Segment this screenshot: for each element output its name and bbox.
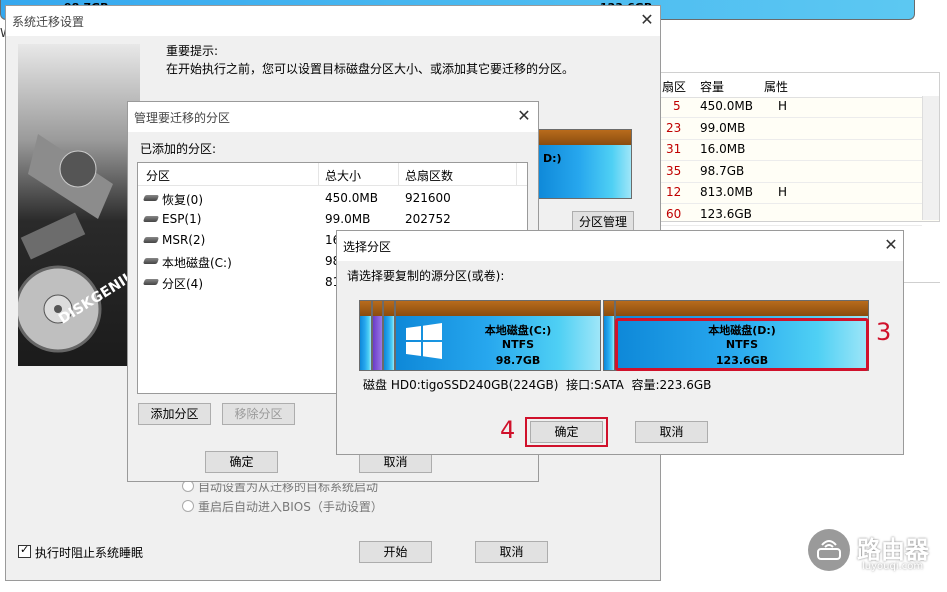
- table-header-row: [656, 73, 939, 98]
- step-3-label: 3: [876, 318, 892, 346]
- add-partition-button[interactable]: 添加分区: [138, 403, 211, 425]
- table-cell-size: 98.7GB: [700, 163, 745, 178]
- step-4-label: 4: [500, 416, 516, 444]
- table-cell-sector: 23: [666, 120, 682, 135]
- partition-recovery[interactable]: [359, 300, 372, 371]
- partition-icon: [142, 279, 160, 285]
- table-cell-sector: 31: [666, 142, 682, 156]
- migration-cancel-button[interactable]: 取消: [475, 541, 548, 563]
- close-icon[interactable]: ✕: [636, 10, 658, 30]
- partition-esp[interactable]: [372, 300, 383, 371]
- table-row[interactable]: [656, 204, 922, 226]
- prevent-sleep-checkbox[interactable]: ✓: [18, 543, 31, 558]
- watermark-name: 路由器: [857, 536, 929, 564]
- table-cell-size: 813.0MB: [700, 185, 753, 199]
- col-divider: [398, 163, 399, 185]
- table-cell-attr: H: [778, 185, 788, 199]
- table-cell-sector: 12: [666, 185, 682, 199]
- partition-4[interactable]: [603, 300, 615, 371]
- table-cell-attr: H: [778, 99, 788, 113]
- table-row[interactable]: [656, 182, 922, 204]
- col-divider: [516, 163, 517, 185]
- table-cell-size: 450.0MB: [700, 99, 753, 113]
- table-scrollbar[interactable]: [922, 96, 939, 220]
- partition-c-size: 98.7GB: [495, 354, 541, 367]
- table-row[interactable]: [656, 161, 922, 183]
- list-cell-size: 99.0MB: [325, 212, 371, 226]
- radio-bios[interactable]: [182, 500, 194, 512]
- diskgenius-banner: DISKGENIUS: [18, 44, 140, 366]
- column-header-total-sectors[interactable]: 总扇区数: [405, 167, 453, 184]
- watermark-url: luyouqi.com: [862, 561, 924, 572]
- window-title: 系统迁移设置: [12, 15, 85, 29]
- column-header-partition[interactable]: 分区: [146, 167, 170, 184]
- table-cell-size: 16.0MB: [700, 142, 746, 156]
- partition-icon: [142, 216, 160, 222]
- router-logo-icon: [808, 529, 850, 571]
- migration-titlebar: [6, 6, 660, 36]
- list-cell-name: 分区(4): [162, 277, 203, 291]
- column-header-total-size[interactable]: 总大小: [325, 167, 361, 184]
- checkmark-icon: ✓: [20, 543, 30, 556]
- list-item[interactable]: ESP(1) 99.0MB 202752: [138, 210, 527, 230]
- table-row[interactable]: [656, 96, 922, 118]
- col-divider: [318, 163, 319, 185]
- prevent-sleep-label: 执行时阻止系统睡眠: [35, 546, 144, 560]
- list-cell-name: MSR(2): [162, 233, 206, 247]
- list-cell-size: 450.0MB: [325, 191, 378, 205]
- table-cell-sector: 5: [673, 99, 681, 113]
- partition-c-label: 本地磁盘(C:): [484, 324, 552, 337]
- table-cell-sector: 35: [666, 163, 682, 178]
- table-cell-size: 123.6GB: [700, 206, 752, 221]
- list-item[interactable]: 恢复(0) 450.0MB 921600: [138, 189, 527, 209]
- column-header-size[interactable]: 容量: [700, 78, 724, 95]
- list-cell-sectors: 921600: [405, 191, 451, 205]
- table-cell-sector: 60: [666, 206, 682, 221]
- dialog-title: 选择分区: [343, 240, 392, 254]
- remove-partition-button[interactable]: 移除分区: [222, 403, 295, 425]
- partition-icon: [142, 258, 160, 264]
- select-cancel-button[interactable]: 取消: [635, 421, 708, 443]
- section-label: 已添加的分区:: [140, 142, 217, 156]
- partition-c-fs: NTFS: [501, 338, 535, 351]
- partition-icon: [142, 195, 160, 201]
- dialog-title: 管理要迁移的分区: [134, 111, 231, 125]
- target-disk-label: D:): [543, 152, 562, 165]
- radio-bios-label: 重启后自动进入BIOS（手动设置）: [198, 500, 383, 514]
- selection-highlight: [615, 318, 869, 371]
- select-titlebar: [337, 231, 903, 261]
- list-cell-name: 恢复(0): [162, 193, 203, 207]
- notice-title: 重要提示:: [166, 44, 219, 58]
- select-prompt: 请选择要复制的源分区(或卷):: [347, 269, 505, 283]
- table-cell-size: 99.0MB: [700, 120, 746, 135]
- column-header-attr[interactable]: 属性: [764, 78, 788, 95]
- table-row[interactable]: [656, 118, 922, 140]
- partition-icon: [142, 237, 160, 243]
- disk-info: 磁盘 HD0:tigoSSD240GB(224GB) 接口:SATA 容量:22…: [363, 378, 712, 392]
- ok-highlight: [525, 417, 608, 447]
- list-cell-sectors: 202752: [405, 212, 451, 226]
- notice-text: 在开始执行之前，您可以设置目标磁盘分区大小、或添加其它要迁移的分区。: [166, 62, 575, 76]
- table-row[interactable]: [656, 139, 922, 161]
- partition-c[interactable]: 本地磁盘(C:) NTFS 98.7GB: [395, 300, 601, 371]
- start-button[interactable]: 开始: [359, 541, 432, 563]
- manage-ok-button[interactable]: 确定: [205, 451, 278, 473]
- target-disk-bar: D:): [536, 129, 632, 199]
- close-icon[interactable]: ✕: [513, 106, 535, 126]
- select-partition-dialog: 选择分区 ✕ 请选择要复制的源分区(或卷): 本地磁盘(C:) NTFS 98.…: [336, 230, 904, 455]
- close-icon[interactable]: ✕: [880, 235, 902, 255]
- list-cell-name: ESP(1): [162, 212, 202, 226]
- list-cell-name: 本地磁盘(C:): [162, 256, 232, 270]
- partition-msr[interactable]: [383, 300, 395, 371]
- column-header-sector[interactable]: 扇区: [662, 78, 686, 95]
